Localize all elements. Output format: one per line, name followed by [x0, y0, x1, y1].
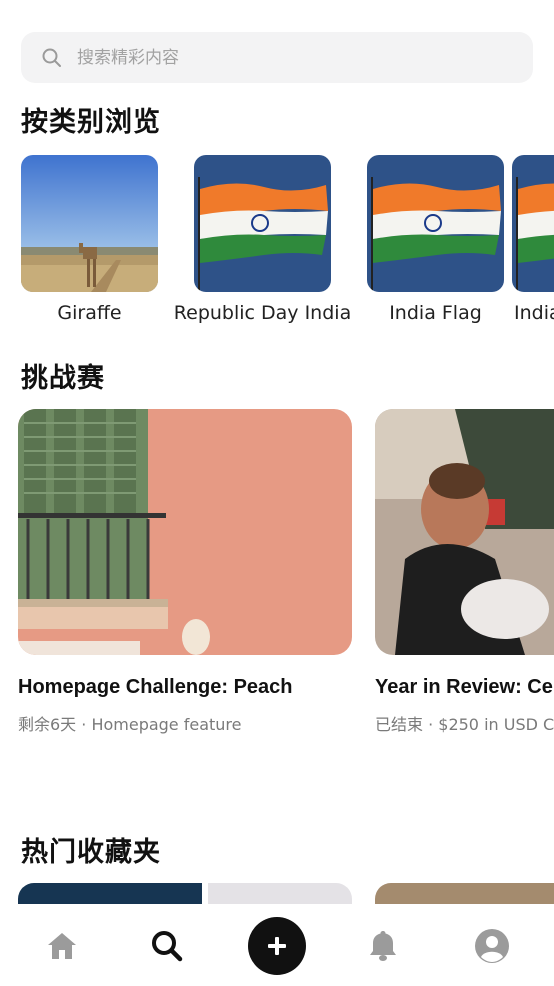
india-flag-image [512, 155, 554, 292]
challenges-section-title: 挑战赛 [21, 363, 105, 394]
search-icon [41, 47, 63, 69]
challenge-title: Year in Review: Celebrate [375, 676, 554, 698]
category-label: Giraffe [57, 302, 122, 324]
category-card-india-flag[interactable]: India Flag [367, 155, 504, 324]
search-input[interactable] [77, 47, 457, 68]
search-nav-icon[interactable] [147, 926, 187, 966]
challenge-carousel[interactable]: Homepage Challenge: Peach 剩余6天 · Homepag… [0, 409, 554, 739]
giraffe-image [21, 155, 158, 292]
category-card-giraffe[interactable]: Giraffe [21, 155, 158, 324]
bottom-nav [0, 904, 554, 986]
challenge-meta: 已结束 · $250 in USD Cash [375, 715, 554, 734]
categories-section-title: 按类别浏览 [21, 107, 161, 138]
challenge-meta: 剩余6天 · Homepage feature [18, 715, 242, 734]
search-bar[interactable] [21, 32, 533, 83]
challenge-image-peach [18, 409, 352, 655]
category-label: India [514, 302, 554, 324]
collections-section-title: 热门收藏夹 [21, 837, 161, 868]
bell-icon[interactable] [363, 926, 403, 966]
challenge-image-year-in-review [375, 409, 554, 655]
category-label: India Flag [389, 302, 482, 324]
india-flag-image [194, 155, 331, 292]
india-flag-image [367, 155, 504, 292]
plus-icon [268, 937, 286, 955]
category-carousel[interactable]: Giraffe Republic Day India India Flag In… [0, 155, 554, 330]
challenge-card-year-in-review[interactable]: Year in Review: Celebrate 已结束 · $250 in … [375, 409, 554, 734]
profile-icon[interactable] [472, 926, 512, 966]
category-card-india[interactable]: India [512, 155, 554, 324]
challenge-card-peach[interactable]: Homepage Challenge: Peach 剩余6天 · Homepag… [18, 409, 352, 734]
add-button[interactable] [248, 917, 306, 975]
category-label: Republic Day India [173, 302, 352, 324]
challenge-title: Homepage Challenge: Peach [18, 676, 293, 698]
home-icon[interactable] [42, 926, 82, 966]
category-card-republic-day-india[interactable]: Republic Day India [174, 155, 351, 324]
